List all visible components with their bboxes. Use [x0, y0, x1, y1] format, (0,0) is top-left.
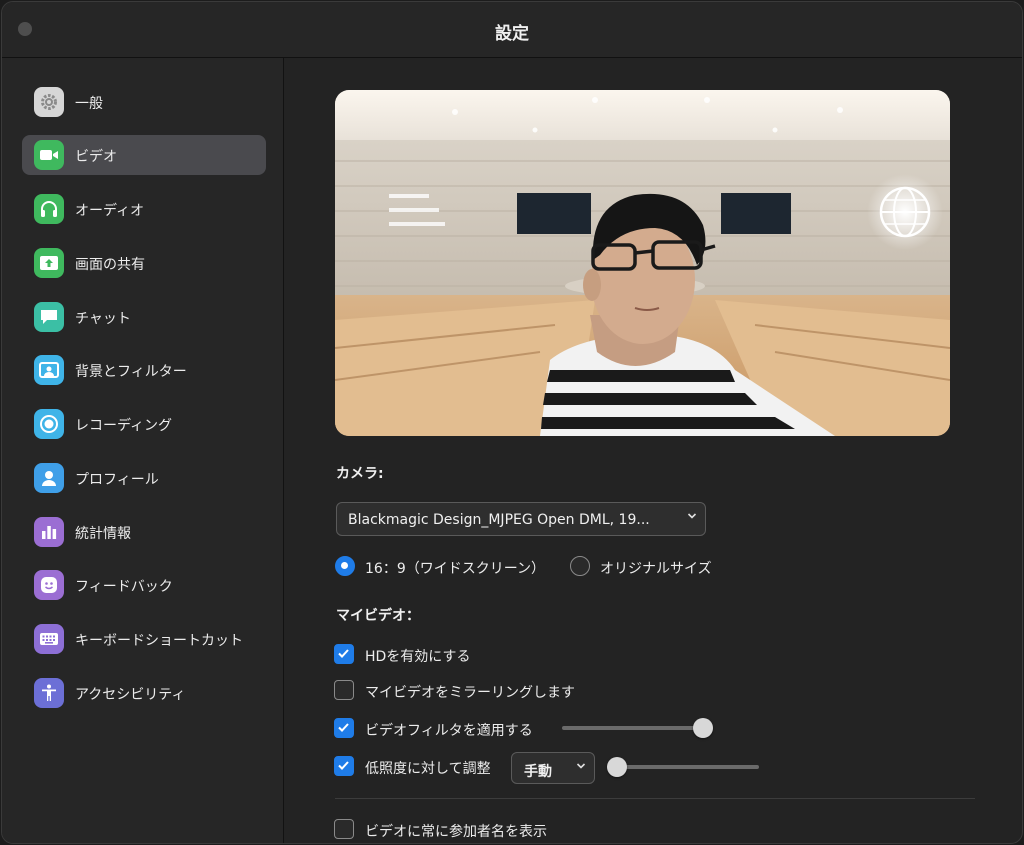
sidebar-item-audio[interactable]: オーディオ [22, 189, 266, 229]
sidebar-item-recording[interactable]: レコーディング [22, 404, 266, 444]
my-video-label: マイビデオ： [336, 608, 420, 624]
sidebar-item-general[interactable]: 一般 [22, 82, 266, 122]
checkmark-icon [338, 761, 349, 770]
camera-select[interactable]: Blackmagic Design_MJPEG Open DML, 19... [336, 502, 706, 536]
low-light-mode-select[interactable]: 手動 [511, 752, 595, 784]
aspect-original-radio[interactable] [570, 556, 590, 576]
background-portrait-icon [34, 355, 64, 385]
sidebar-item-label: プロフィール [75, 472, 159, 488]
headphones-icon [34, 194, 64, 224]
gear-icon [34, 87, 64, 117]
video-filter-slider[interactable] [562, 726, 702, 730]
chat-bubble-icon [34, 302, 64, 332]
sidebar-item-label: 背景とフィルター [75, 364, 187, 380]
sidebar-item-screen-share[interactable]: 画面の共有 [22, 243, 266, 283]
sidebar-item-keyboard-shortcuts[interactable]: キーボードショートカット [22, 619, 266, 659]
low-light-checkbox[interactable] [334, 756, 354, 776]
sidebar-item-label: チャット [75, 311, 131, 327]
low-light-slider-knob[interactable] [607, 757, 627, 777]
mirror-video-checkbox[interactable] [334, 680, 354, 700]
mirror-video-label: マイビデオをミラーリングします [365, 685, 575, 701]
sidebar-item-accessibility[interactable]: アクセシビリティ [22, 673, 266, 713]
show-participant-names-checkbox[interactable] [334, 819, 354, 839]
low-light-label: 低照度に対して調整 [365, 761, 491, 777]
smiley-icon [34, 570, 64, 600]
sidebar-item-label: レコーディング [75, 418, 173, 434]
video-settings-panel: カメラ: Blackmagic Design_MJPEG Open DML, 1… [285, 58, 1022, 843]
sidebar-item-label: アクセシビリティ [75, 687, 186, 703]
settings-window: 設定 一般 ビデオ オーディオ 画面の共有 チャット 背景とフィルター レコーデ… [1, 1, 1023, 844]
sidebar-item-background-filters[interactable]: 背景とフィルター [22, 350, 266, 390]
aspect-16-9-label: 16：9（ワイドスクリーン） [365, 561, 546, 577]
enable-hd-label: HDを有効にする [365, 649, 471, 665]
aspect-original-label: オリジナルサイズ [600, 561, 712, 577]
sidebar-item-profile[interactable]: プロフィール [22, 458, 266, 498]
enable-hd-checkbox[interactable] [334, 644, 354, 664]
sidebar-item-label: 一般 [75, 96, 103, 112]
sidebar-item-feedback[interactable]: フィードバック [22, 565, 266, 605]
camera-select-value: Blackmagic Design_MJPEG Open DML, 19... [348, 512, 650, 528]
low-light-slider[interactable] [611, 765, 759, 769]
sidebar-item-chat[interactable]: チャット [22, 297, 266, 337]
video-filter-slider-knob[interactable] [693, 718, 713, 738]
sidebar-item-label: フィードバック [75, 579, 173, 595]
aspect-16-9-radio[interactable] [335, 556, 355, 576]
record-icon [34, 409, 64, 439]
low-light-mode-value: 手動 [524, 764, 552, 780]
video-camera-icon [34, 140, 64, 170]
window-title: 設定 [495, 24, 529, 44]
camera-label: カメラ: [336, 466, 384, 482]
checkmark-icon [338, 723, 349, 732]
video-filter-checkbox[interactable] [334, 718, 354, 738]
sidebar-item-label: 画面の共有 [75, 257, 145, 273]
sidebar-item-label: オーディオ [75, 203, 145, 219]
sidebar-item-label: キーボードショートカット [75, 633, 243, 649]
sidebar-item-label: ビデオ [75, 149, 117, 165]
settings-sidebar: 一般 ビデオ オーディオ 画面の共有 チャット 背景とフィルター レコーディング… [2, 58, 284, 843]
checkmark-icon [338, 649, 349, 658]
title-bar: 設定 [2, 2, 1022, 58]
video-filter-label: ビデオフィルタを適用する [365, 723, 533, 739]
divider [335, 798, 975, 799]
sidebar-item-label: 統計情報 [75, 526, 131, 542]
chevron-down-icon [576, 763, 586, 769]
sidebar-item-statistics[interactable]: 統計情報 [22, 512, 266, 552]
bar-chart-icon [34, 517, 64, 547]
chevron-down-icon [687, 513, 697, 519]
keyboard-icon [34, 624, 64, 654]
person-icon [34, 463, 64, 493]
accessibility-icon [34, 678, 64, 708]
camera-preview [335, 90, 950, 436]
share-screen-icon [34, 248, 64, 278]
show-participant-names-label: ビデオに常に参加者名を表示 [365, 824, 547, 840]
sidebar-item-video[interactable]: ビデオ [22, 135, 266, 175]
